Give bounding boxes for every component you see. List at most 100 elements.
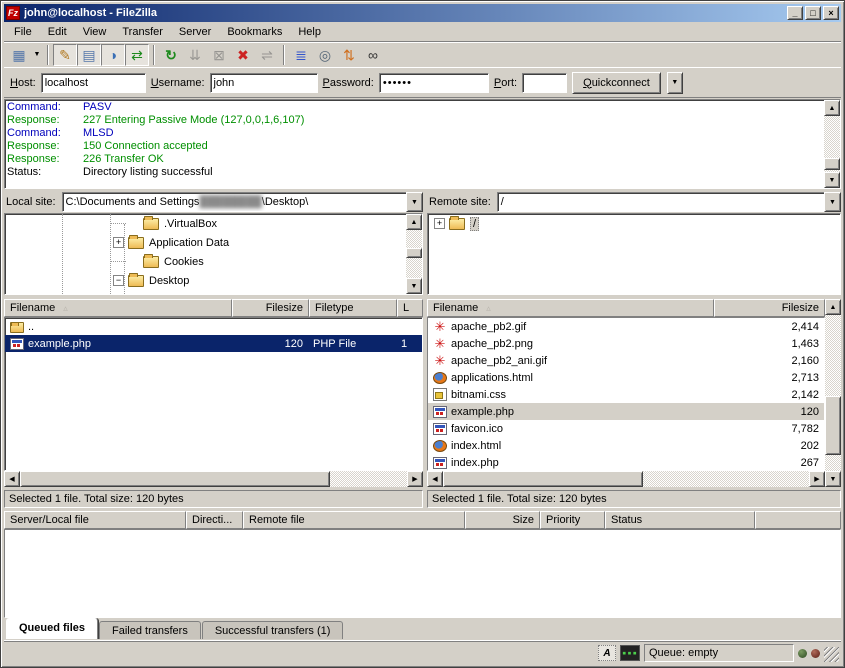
- scrollbar-thumb[interactable]: [443, 471, 643, 487]
- scroll-up-icon[interactable]: ▲: [406, 214, 422, 230]
- close-button[interactable]: ×: [823, 6, 839, 20]
- port-label: Port:: [494, 77, 517, 89]
- toggle-remote-tree-button[interactable]: ◑: [101, 44, 125, 66]
- quickconnect-dropdown[interactable]: ▼: [667, 72, 683, 94]
- menu-file[interactable]: File: [6, 23, 40, 41]
- column-last-modified[interactable]: L: [397, 299, 423, 317]
- maximize-button[interactable]: □: [805, 6, 821, 20]
- file-row[interactable]: bitnami.css2,142: [428, 386, 824, 403]
- column-remote-file[interactable]: Remote file: [243, 511, 465, 529]
- scroll-down-icon[interactable]: ▼: [824, 172, 840, 188]
- scroll-right-icon[interactable]: ▶: [809, 471, 825, 487]
- menu-view[interactable]: View: [75, 23, 115, 41]
- scroll-left-icon[interactable]: ◀: [427, 471, 443, 487]
- tab-failed-transfers[interactable]: Failed transfers: [99, 621, 201, 639]
- scrollbar-thumb[interactable]: [824, 158, 840, 170]
- speed-limits-icon[interactable]: ▪▪▪: [620, 645, 640, 661]
- directory-filters-button[interactable]: ≣: [289, 44, 313, 66]
- file-row[interactable]: ✳apache_pb2.gif2,414: [428, 318, 824, 335]
- local-tree-scrollbar[interactable]: ▲ ▼: [406, 214, 422, 294]
- tree-item-cookies[interactable]: Cookies: [5, 252, 406, 271]
- file-row[interactable]: ✳apache_pb2.png1,463: [428, 335, 824, 352]
- remote-list-hscrollbar[interactable]: ◀ ▶: [427, 471, 825, 487]
- find-files-button[interactable]: ∞: [361, 44, 385, 66]
- scrollbar-thumb[interactable]: [406, 248, 422, 258]
- scrollbar-thumb[interactable]: [20, 471, 330, 487]
- menu-edit[interactable]: Edit: [40, 23, 75, 41]
- tree-item-desktop[interactable]: −Desktop: [5, 271, 406, 290]
- column-filename[interactable]: Filename▵: [4, 299, 232, 317]
- menu-server[interactable]: Server: [171, 23, 219, 41]
- reconnect-button[interactable]: ⇌: [255, 44, 279, 66]
- refresh-button[interactable]: ↻: [159, 44, 183, 66]
- scroll-right-icon[interactable]: ▶: [407, 471, 423, 487]
- expand-plus-icon[interactable]: +: [434, 218, 445, 229]
- scroll-left-icon[interactable]: ◀: [4, 471, 20, 487]
- file-row[interactable]: index.html202: [428, 437, 824, 454]
- disconnect-button[interactable]: ✖: [231, 44, 255, 66]
- host-input[interactable]: localhost: [41, 73, 146, 93]
- column-filesize[interactable]: Filesize: [714, 299, 825, 317]
- column-filename[interactable]: Filename▵: [427, 299, 714, 317]
- scroll-up-icon[interactable]: ▲: [824, 100, 840, 116]
- password-input[interactable]: ••••••: [379, 73, 489, 93]
- menu-transfer[interactable]: Transfer: [114, 23, 171, 41]
- remote-path-input[interactable]: /: [497, 192, 824, 212]
- local-path-input[interactable]: C:\Documents and Settings████████\Deskto…: [62, 192, 406, 212]
- remote-combo-dropdown[interactable]: ▼: [824, 192, 841, 212]
- title-bar[interactable]: Fz john@localhost - FileZilla _ □ ×: [4, 4, 841, 22]
- file-row[interactable]: applications.html2,713: [428, 369, 824, 386]
- transfer-type-ascii-icon[interactable]: A: [598, 645, 616, 661]
- menu-bookmarks[interactable]: Bookmarks: [219, 23, 290, 41]
- minimize-button[interactable]: _: [787, 6, 803, 20]
- column-filesize[interactable]: Filesize: [232, 299, 309, 317]
- file-row[interactable]: index.php267: [428, 454, 824, 471]
- toggle-local-tree-button[interactable]: ▤: [77, 44, 101, 66]
- resize-grip[interactable]: [824, 647, 839, 662]
- tree-item-root[interactable]: +/: [428, 214, 840, 233]
- scroll-down-icon[interactable]: ▼: [406, 278, 422, 294]
- column-filetype[interactable]: Filetype: [309, 299, 397, 317]
- scroll-down-icon[interactable]: ▼: [825, 471, 841, 487]
- remote-list-scrollbar[interactable]: ▲ ▼: [825, 299, 841, 487]
- php-file-icon: [433, 406, 447, 418]
- file-row[interactable]: favicon.ico7,782: [428, 420, 824, 437]
- chevron-down-icon: ▼: [671, 79, 678, 86]
- file-row-example-php[interactable]: example.php120: [428, 403, 824, 420]
- toggle-message-log-button[interactable]: ✎: [53, 44, 77, 66]
- column-direction[interactable]: Directi...: [186, 511, 243, 529]
- local-combo-dropdown[interactable]: ▼: [406, 192, 423, 212]
- column-priority[interactable]: Priority: [540, 511, 605, 529]
- tree-item-application-data[interactable]: +Application Data: [5, 233, 406, 252]
- local-list-header: Filename▵ Filesize Filetype L: [4, 299, 423, 317]
- column-status[interactable]: Status: [605, 511, 755, 529]
- tab-successful-transfers[interactable]: Successful transfers (1): [202, 621, 344, 639]
- remote-site-combo[interactable]: / ▼: [497, 192, 841, 212]
- column-server-local-file[interactable]: Server/Local file: [4, 511, 186, 529]
- compare-directories-button[interactable]: ◎: [313, 44, 337, 66]
- process-queue-button[interactable]: ⇊: [183, 44, 207, 66]
- quickconnect-button[interactable]: Quickconnect: [572, 72, 661, 94]
- folder-icon: [128, 237, 144, 249]
- expand-plus-icon[interactable]: +: [113, 237, 124, 248]
- port-input[interactable]: [522, 73, 567, 93]
- file-row-parent-dir[interactable]: ..: [5, 318, 422, 335]
- file-row-example-php[interactable]: example.php 120 PHP File 1: [5, 335, 422, 352]
- cancel-button[interactable]: ⊠: [207, 44, 231, 66]
- file-row[interactable]: ✳apache_pb2_ani.gif2,160: [428, 352, 824, 369]
- log-scrollbar[interactable]: ▲ ▼: [824, 100, 840, 188]
- local-site-combo[interactable]: C:\Documents and Settings████████\Deskto…: [62, 192, 423, 212]
- local-list-hscrollbar[interactable]: ◀ ▶: [4, 471, 423, 487]
- column-size[interactable]: Size: [465, 511, 540, 529]
- scrollbar-thumb[interactable]: [825, 396, 841, 455]
- scroll-up-icon[interactable]: ▲: [825, 299, 841, 315]
- username-input[interactable]: john: [210, 73, 318, 93]
- synchronized-browsing-button[interactable]: ⇅: [337, 44, 361, 66]
- tree-item-virtualbox[interactable]: .VirtualBox: [5, 214, 406, 233]
- site-manager-button[interactable]: ▦: [7, 44, 31, 66]
- menu-help[interactable]: Help: [290, 23, 329, 41]
- toggle-queue-button[interactable]: ⇄: [125, 44, 149, 66]
- expand-minus-icon[interactable]: −: [113, 275, 124, 286]
- site-manager-dropdown[interactable]: ▼: [31, 44, 43, 66]
- tab-queued-files[interactable]: Queued files: [6, 618, 98, 639]
